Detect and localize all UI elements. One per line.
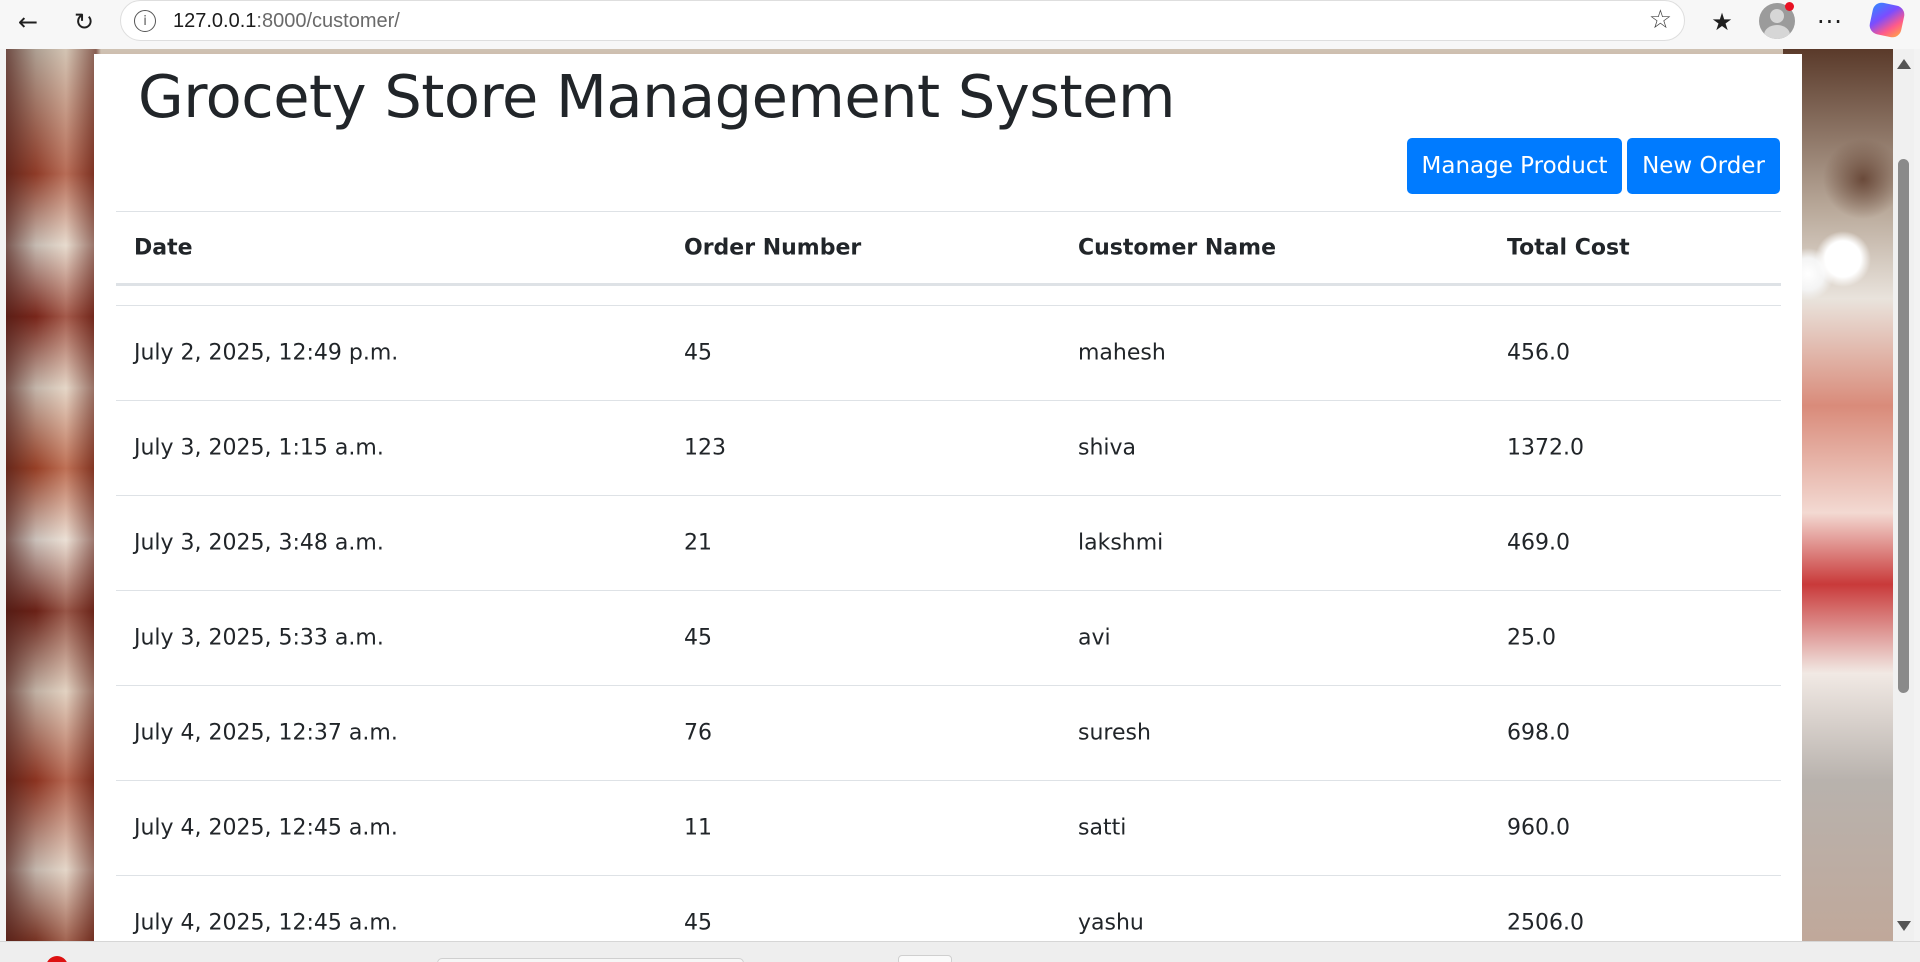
cell-order-number: 76: [684, 720, 712, 746]
cell-customer-name: yashu: [1078, 910, 1144, 936]
main-container: Grocety Store Management System Manage P…: [94, 54, 1802, 941]
cell-date: July 4, 2025, 12:37 a.m.: [134, 720, 398, 746]
favorites-icon[interactable]: ★: [1704, 4, 1740, 40]
browser-toolbar: ← ↻ i 127.0.0.1:8000/customer/ ☆ ★ ···: [0, 0, 1920, 49]
more-icon[interactable]: ···: [1812, 4, 1848, 40]
cell-customer-name: shiva: [1078, 435, 1137, 461]
profile-shoulders: [1764, 25, 1790, 39]
header-customer-name: Customer Name: [1078, 235, 1276, 260]
vertical-scrollbar[interactable]: [1893, 49, 1914, 941]
table-row: July 4, 2025, 12:45 a.m. 11 satti 960.0: [116, 781, 1781, 876]
new-order-button[interactable]: New Order: [1627, 138, 1780, 194]
cell-total-cost: 456.0: [1507, 340, 1570, 366]
cell-date: July 3, 2025, 5:33 a.m.: [134, 625, 384, 651]
cell-order-number: 45: [684, 910, 712, 936]
cell-order-number: 11: [684, 815, 712, 841]
table-row: July 4, 2025, 12:45 a.m. 45 yashu 2506.0: [116, 876, 1781, 941]
cell-date: July 4, 2025, 12:45 a.m.: [134, 910, 398, 936]
cell-date: July 2, 2025, 12:49 p.m.: [134, 340, 399, 366]
header-total-cost: Total Cost: [1507, 235, 1630, 260]
taskbar-item[interactable]: [437, 958, 744, 962]
taskbar-item[interactable]: [898, 955, 952, 962]
url-text[interactable]: 127.0.0.1:8000/customer/: [173, 10, 400, 33]
table-header: Date Order Number Customer Name Total Co…: [116, 211, 1781, 286]
copilot-icon[interactable]: [1868, 1, 1906, 39]
reload-icon[interactable]: ↻: [66, 4, 102, 40]
header-order-number: Order Number: [684, 235, 862, 260]
taskbar-strip: [0, 941, 1920, 962]
orders-table: Date Order Number Customer Name Total Co…: [116, 211, 1781, 941]
scroll-down-arrow-icon[interactable]: [1897, 921, 1911, 931]
cell-total-cost: 698.0: [1507, 720, 1570, 746]
table-row: July 2, 2025, 12:49 p.m. 45 mahesh 456.0: [116, 306, 1781, 401]
favorite-star-icon[interactable]: ☆: [1649, 5, 1672, 35]
site-info-icon[interactable]: i: [134, 10, 156, 32]
header-date: Date: [134, 235, 193, 260]
cell-total-cost: 469.0: [1507, 530, 1570, 556]
cell-order-number: 45: [684, 340, 712, 366]
cell-customer-name: suresh: [1078, 720, 1151, 746]
scroll-thumb[interactable]: [1898, 159, 1909, 693]
scroll-up-arrow-icon[interactable]: [1897, 59, 1911, 69]
cell-order-number: 21: [684, 530, 712, 556]
cell-customer-name: mahesh: [1078, 340, 1166, 366]
cell-customer-name: satti: [1078, 815, 1127, 841]
manage-product-button[interactable]: Manage Product: [1407, 138, 1622, 194]
cell-customer-name: avi: [1078, 625, 1111, 651]
table-row: July 3, 2025, 3:48 a.m. 21 lakshmi 469.0: [116, 496, 1781, 591]
page-viewport: Grocety Store Management System Manage P…: [6, 49, 1893, 941]
cell-date: July 3, 2025, 3:48 a.m.: [134, 530, 384, 556]
table-row: July 3, 2025, 5:33 a.m. 45 avi 25.0: [116, 591, 1781, 686]
cell-total-cost: 2506.0: [1507, 910, 1584, 936]
notification-dot: [1785, 2, 1794, 11]
cell-total-cost: 1372.0: [1507, 435, 1584, 461]
cell-total-cost: 25.0: [1507, 625, 1556, 651]
address-bar[interactable]: i 127.0.0.1:8000/customer/ ☆: [120, 0, 1685, 41]
page-title: Grocety Store Management System: [138, 62, 1175, 131]
profile-head: [1770, 9, 1784, 23]
table-row: July 3, 2025, 1:15 a.m. 123 shiva 1372.0: [116, 401, 1781, 496]
cell-order-number: 123: [684, 435, 726, 461]
table-row: July 4, 2025, 12:37 a.m. 76 suresh 698.0: [116, 686, 1781, 781]
cell-date: July 4, 2025, 12:45 a.m.: [134, 815, 398, 841]
taskbar-app-icon[interactable]: [46, 956, 68, 962]
cell-total-cost: 960.0: [1507, 815, 1570, 841]
cell-date: July 3, 2025, 1:15 a.m.: [134, 435, 384, 461]
back-arrow-icon[interactable]: ←: [10, 4, 46, 40]
table-spacer-row: [116, 286, 1781, 306]
cell-customer-name: lakshmi: [1078, 530, 1164, 556]
cell-order-number: 45: [684, 625, 712, 651]
